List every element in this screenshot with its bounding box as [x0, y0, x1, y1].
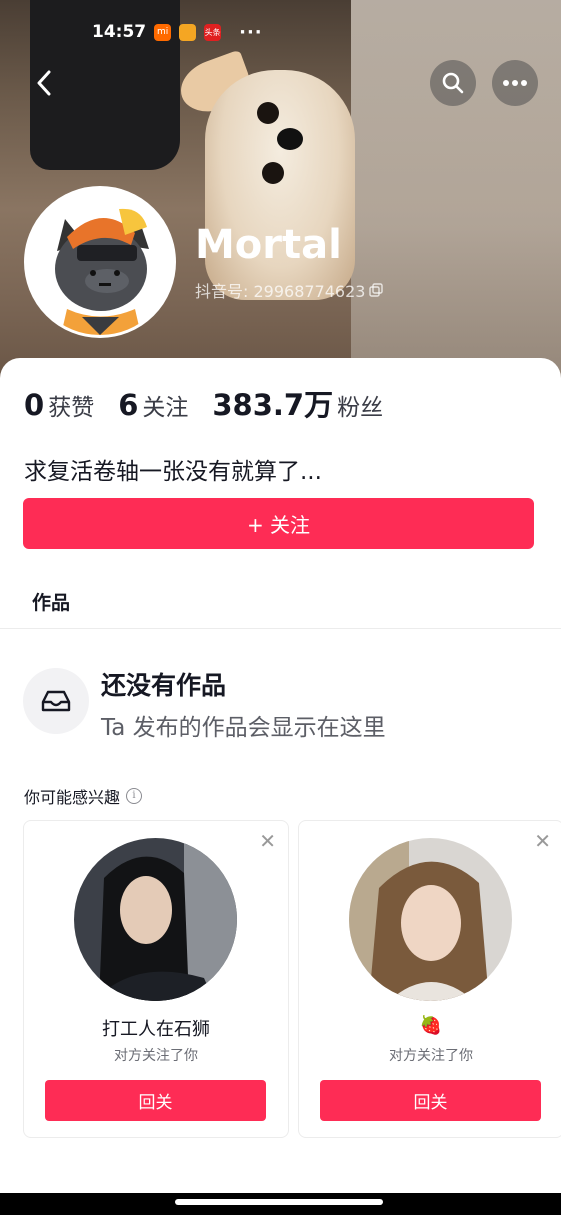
stat-value: 383.7万 [212, 388, 334, 422]
home-indicator[interactable] [175, 1199, 383, 1205]
recommend-subtitle: 对方关注了你 [389, 1048, 473, 1064]
more-button[interactable] [492, 60, 538, 106]
status-more: ··· [239, 21, 263, 43]
recommend-name: 打工人在石狮 [102, 1019, 210, 1040]
empty-state-subtitle: Ta 发布的作品会显示在这里 [101, 715, 386, 741]
recommend-avatar[interactable] [349, 838, 512, 1001]
search-button[interactable] [430, 60, 476, 106]
notes-icon [179, 23, 197, 41]
tab-works[interactable]: 作品 [32, 588, 70, 615]
mi-icon: mi [154, 23, 172, 41]
divider [0, 628, 561, 629]
recommend-subtitle: 对方关注了你 [114, 1048, 198, 1064]
recommend-card[interactable]: ✕ 打工人在石狮 对方关注了你 回关 [23, 820, 289, 1138]
cover-dog-eye [262, 162, 284, 184]
chevron-left-icon [37, 70, 51, 96]
stat-likes[interactable]: 0 获赞 [24, 388, 94, 422]
profile-panel: 0 获赞 6 关注 383.7万 粉丝 求复活卷轴一张没有就算了... + 关注 作品… [0, 358, 561, 1193]
stats-row: 0 获赞 6 关注 383.7万 粉丝 [24, 382, 383, 424]
cover-dog-eye [257, 102, 279, 124]
follow-button[interactable]: + 关注 [23, 498, 534, 549]
profile-bio: 求复活卷轴一张没有就算了... [24, 459, 322, 485]
stat-value: 0 [24, 388, 45, 422]
more-icon [503, 80, 527, 86]
copy-icon[interactable] [369, 283, 384, 297]
recommend-card[interactable]: ✕ 🍓 对方关注了你 回关 [298, 820, 561, 1138]
recommend-name: 🍓 [419, 1015, 443, 1036]
stat-value: 6 [118, 388, 139, 422]
recommend-avatar[interactable] [74, 838, 237, 1001]
status-bar: 14:57 mi 头条 ··· [92, 20, 263, 44]
douyin-id[interactable]: 抖音号: 29968774623 [195, 278, 384, 302]
stat-label: 粉丝 [337, 395, 384, 421]
search-icon [442, 72, 464, 94]
toutiao-icon: 头条 [204, 23, 222, 41]
profile-name: Mortal [195, 222, 342, 268]
follow-back-button[interactable]: 回关 [320, 1080, 541, 1121]
empty-state-icon [23, 668, 89, 734]
stat-label: 关注 [142, 395, 189, 421]
cover-wall [351, 0, 561, 380]
info-icon[interactable]: i [126, 788, 143, 804]
person-photo-icon [349, 838, 512, 1001]
douyin-id-text: 抖音号: 29968774623 [195, 282, 366, 301]
stat-label: 获赞 [48, 395, 95, 421]
recommend-header: 你可能感兴趣 i [24, 784, 143, 808]
back-button[interactable] [24, 63, 64, 103]
inbox-icon [41, 690, 71, 712]
recommend-title: 你可能感兴趣 [24, 788, 121, 807]
empty-state-title: 还没有作品 [101, 671, 227, 700]
follow-back-button[interactable]: 回关 [45, 1080, 266, 1121]
avatar[interactable] [24, 186, 176, 338]
stat-followers[interactable]: 383.7万 粉丝 [212, 382, 383, 424]
cover-dog-nose [277, 128, 303, 150]
close-icon[interactable]: ✕ [259, 829, 276, 853]
wolf-avatar-icon [27, 189, 173, 335]
stat-following[interactable]: 6 关注 [118, 388, 188, 422]
close-icon[interactable]: ✕ [534, 829, 551, 853]
person-photo-icon [74, 838, 237, 1001]
status-time: 14:57 [92, 22, 147, 42]
